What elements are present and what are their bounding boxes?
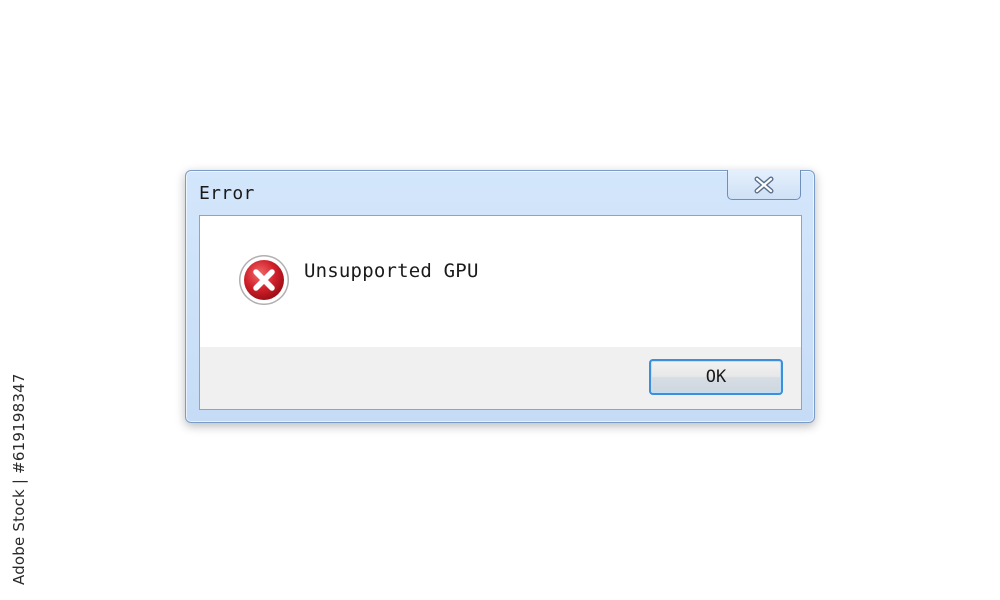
error-dialog: Error Unsupported GPU OK <box>185 170 815 423</box>
message-area: Unsupported GPU <box>200 216 801 347</box>
button-bar: OK <box>200 347 801 409</box>
error-message: Unsupported GPU <box>304 260 479 282</box>
close-icon <box>754 176 774 193</box>
error-icon <box>239 255 289 305</box>
close-button[interactable] <box>727 170 801 200</box>
ok-button[interactable]: OK <box>649 359 783 395</box>
dialog-content: Unsupported GPU OK <box>199 215 802 410</box>
dialog-title: Error <box>199 183 255 204</box>
stock-image-id: Adobe Stock | #619198347 <box>10 373 28 585</box>
